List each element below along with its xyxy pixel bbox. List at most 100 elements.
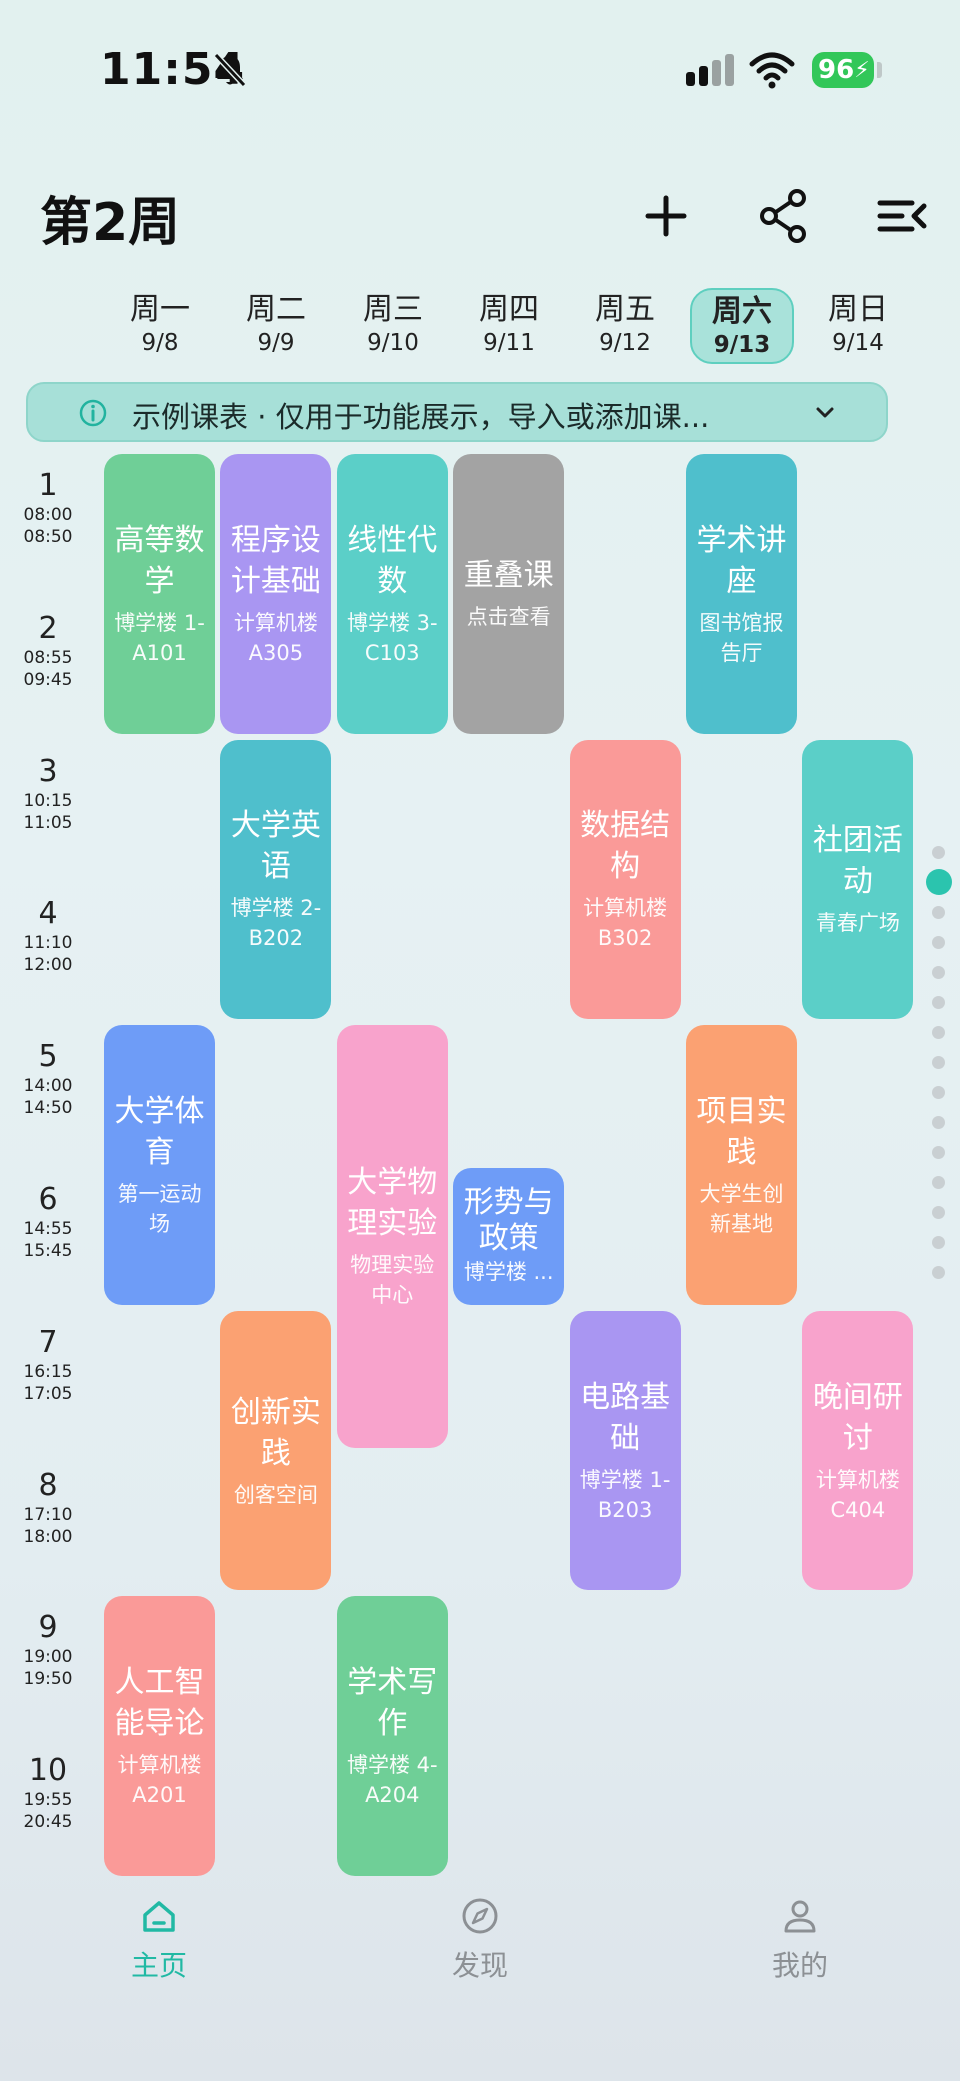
course-location: 计算机楼 A201: [117, 1753, 202, 1808]
nav-label: 我的: [771, 1949, 828, 1982]
day-header-sat-today[interactable]: 周六 9/13: [690, 288, 794, 364]
course-name: 高等数学: [114, 522, 205, 599]
course-location: 博学楼 ...: [463, 1260, 554, 1285]
period-end-time: 17:05: [23, 1383, 73, 1404]
course-name: 大学英语: [230, 808, 321, 885]
period-start-time: 17:10: [23, 1504, 73, 1525]
week-dot[interactable]: [932, 1236, 945, 1249]
week-dot[interactable]: [932, 966, 945, 979]
course-card[interactable]: 形势与政策 博学楼 ...: [453, 1168, 565, 1305]
chevron-down-icon[interactable]: [812, 400, 838, 426]
info-icon: [79, 399, 107, 427]
period-end-time: 19:50: [23, 1669, 73, 1690]
nav-home[interactable]: 主页: [59, 1896, 259, 1986]
charging-bolt-icon: ⚡: [854, 57, 870, 83]
period-start-time: 19:55: [23, 1790, 73, 1811]
period-number: 7: [38, 1324, 58, 1360]
week-dot[interactable]: [932, 906, 945, 919]
home-icon: [143, 1901, 175, 1932]
week-dot-active[interactable]: [926, 869, 952, 895]
period-number: 1: [38, 468, 58, 503]
notice-banner[interactable]: 示例课表 · 仅用于功能展示，导入或添加课...: [26, 382, 888, 442]
course-card[interactable]: 创新实践 创客空间: [220, 1310, 332, 1591]
course-card[interactable]: 程序设计基础 计算机楼 A305: [220, 454, 332, 734]
course-card[interactable]: 重叠课 点击查看: [453, 454, 565, 734]
week-dot[interactable]: [932, 936, 945, 949]
battery-indicator: 96 ⚡: [812, 52, 874, 88]
course-card[interactable]: 电路基础 博学楼 1-B203: [569, 1310, 681, 1591]
course-location: 图书馆报告厅: [699, 610, 784, 665]
period-number: 5: [38, 1039, 58, 1075]
course-card[interactable]: 人工智能导论计算机楼 A201: [104, 1596, 215, 1876]
day-date: 9/12: [599, 330, 651, 356]
week-dot[interactable]: [932, 996, 945, 1009]
period-start-time: 19:00: [23, 1647, 73, 1668]
course-card[interactable]: 大学物理实验 物理实验中心: [336, 1025, 448, 1448]
period-end-time: 08:50: [23, 527, 73, 547]
period-end-time: 20:45: [23, 1812, 73, 1833]
day-header-thu[interactable]: 周四 9/11: [457, 288, 561, 364]
course-name: 学术写作: [347, 1665, 438, 1742]
week-dot[interactable]: [932, 1116, 945, 1129]
menu-icon[interactable]: [872, 186, 932, 246]
course-card[interactable]: 学术讲座 图书馆报告厅: [686, 454, 797, 734]
day-name: 周五: [595, 292, 655, 327]
share-button[interactable]: [754, 186, 814, 246]
day-date: 9/10: [367, 330, 419, 356]
period-label: 4 11:10 12:00: [18, 896, 78, 976]
week-dot[interactable]: [932, 1026, 945, 1039]
course-name: 重叠课: [463, 558, 554, 594]
add-course-button[interactable]: [636, 186, 696, 246]
week-dot[interactable]: [932, 1176, 945, 1189]
course-location: 博学楼 1-A101: [114, 610, 205, 665]
course-card[interactable]: 线性代数 博学楼 3-C103: [336, 454, 448, 734]
nav-label: 发现: [451, 1949, 508, 1982]
period-label: 9 19:00 19:50: [18, 1610, 78, 1690]
course-card[interactable]: 社团活动 青春广场: [802, 739, 914, 1020]
day-date: 9/9: [257, 330, 295, 356]
course-name: 大学体育: [114, 1093, 205, 1170]
bell-muted-icon: [213, 52, 247, 88]
course-card[interactable]: 学术写作博学楼 4-A204: [336, 1596, 448, 1876]
course-location: 博学楼 4-A204: [346, 1753, 438, 1808]
course-location: 博学楼 2-B202: [230, 896, 322, 951]
week-dot[interactable]: [932, 1056, 945, 1069]
week-dot[interactable]: [932, 1266, 945, 1279]
day-name: 周一: [130, 292, 190, 327]
nav-profile[interactable]: 我的: [700, 1896, 900, 1986]
period-end-time: 15:45: [23, 1241, 73, 1261]
period-start-time: 14:00: [23, 1076, 73, 1097]
day-name: 周二: [246, 292, 306, 327]
day-header-wed[interactable]: 周三 9/10: [341, 288, 445, 364]
period-number: 6: [38, 1182, 58, 1217]
course-location: 点击查看: [466, 605, 551, 630]
week-dot[interactable]: [932, 1206, 945, 1219]
day-header-mon[interactable]: 周一 9/8: [108, 288, 212, 364]
day-date: 9/8: [141, 330, 179, 356]
course-card[interactable]: 大学体育 第一运动场: [104, 1025, 215, 1305]
course-name: 线性代数: [347, 522, 438, 599]
week-dot[interactable]: [932, 1146, 945, 1159]
course-card[interactable]: 项目实践 大学生创新基地: [686, 1025, 797, 1305]
course-name: 人工智能导论: [114, 1665, 205, 1742]
period-label: 3 10:15 11:05: [18, 754, 78, 834]
course-card[interactable]: 高等数学博学楼 1-A101: [104, 454, 215, 734]
period-number: 3: [38, 753, 58, 789]
period-end-time: 18:00: [23, 1526, 73, 1547]
period-end-time: 14:50: [23, 1098, 73, 1119]
period-number: 4: [38, 896, 58, 932]
nav-discover[interactable]: 发现: [380, 1896, 580, 1986]
day-name: 周六: [712, 294, 772, 329]
week-title[interactable]: 第2周: [40, 180, 180, 255]
day-header-sun[interactable]: 周日 9/14: [806, 288, 910, 364]
day-header-fri[interactable]: 周五 9/12: [573, 288, 677, 364]
course-card[interactable]: 数据结构 计算机楼 B302: [569, 739, 681, 1020]
period-start-time: 08:55: [23, 647, 73, 668]
week-dot[interactable]: [932, 846, 945, 859]
period-number: 8: [38, 1467, 58, 1503]
day-header-tue[interactable]: 周二 9/9: [224, 288, 328, 364]
period-end-time: 09:45: [23, 669, 73, 690]
course-card[interactable]: 大学英语博学楼 2-B202: [220, 739, 332, 1020]
course-card[interactable]: 晚间研讨 计算机楼 C404: [802, 1310, 914, 1591]
week-dot[interactable]: [932, 1086, 945, 1099]
